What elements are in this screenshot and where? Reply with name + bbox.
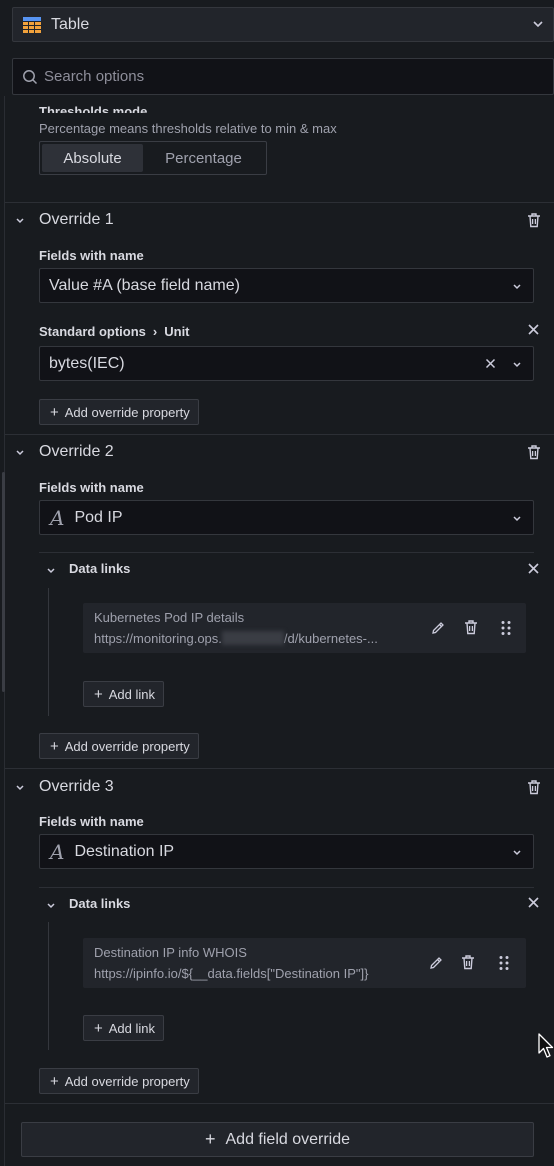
redacted-text — [221, 631, 284, 645]
visualization-picker[interactable]: Table — [12, 7, 554, 42]
chevron-down-icon[interactable] — [45, 899, 57, 911]
thresholds-mode-radio: Absolute Percentage — [39, 141, 267, 175]
radio-absolute[interactable]: Absolute — [42, 144, 143, 172]
add-link-label: Add link — [108, 1020, 156, 1036]
edit-pencil-icon[interactable] — [430, 620, 446, 636]
chevron-down-icon[interactable] — [14, 446, 26, 458]
visualization-name: Table — [51, 15, 90, 33]
clear-icon[interactable] — [484, 357, 497, 370]
field-name-value: Value #A (base field name) — [49, 276, 240, 294]
override-2-title[interactable]: Override 2 — [39, 443, 114, 461]
trash-icon[interactable] — [526, 444, 542, 460]
chevron-down-icon — [511, 358, 523, 370]
chevron-down-icon — [511, 512, 523, 524]
data-link-card[interactable]: Kubernetes Pod IP details https://monito… — [83, 603, 526, 653]
unit-select[interactable]: bytes(IEC) — [39, 346, 534, 381]
field-type-string-icon: A — [50, 839, 65, 864]
unit-value: bytes(IEC) — [49, 354, 125, 372]
data-links-divider — [39, 887, 534, 888]
edit-pencil-icon[interactable] — [428, 955, 444, 971]
chevron-down-icon[interactable] — [45, 564, 57, 576]
trash-icon[interactable] — [460, 954, 476, 970]
data-link-url-end: /d/kubernetes-... — [283, 631, 378, 646]
field-name-value: Destination IP — [74, 842, 175, 860]
data-link-url-start: https://monitoring.ops. — [94, 631, 222, 646]
property-name: Unit — [164, 324, 190, 339]
mouse-cursor-icon — [538, 1033, 554, 1059]
data-links-divider — [39, 552, 534, 553]
plus-icon: + — [94, 1019, 103, 1037]
close-icon[interactable] — [527, 323, 540, 336]
field-name-value: Pod IP — [74, 508, 123, 526]
section-divider — [5, 202, 554, 203]
data-links-guide — [48, 588, 49, 716]
plus-icon: + — [50, 1072, 59, 1090]
trash-icon[interactable] — [463, 619, 479, 635]
override-3-title[interactable]: Override 3 — [39, 778, 114, 796]
data-link-title: Kubernetes Pod IP details — [94, 610, 245, 625]
search-input[interactable] — [44, 68, 524, 85]
trash-icon[interactable] — [526, 779, 542, 795]
breadcrumb-separator: › — [152, 324, 158, 339]
scrollbar-thumb[interactable] — [2, 472, 5, 692]
fields-with-name-label: Fields with name — [39, 248, 144, 263]
add-override-property-button[interactable]: + Add override property — [39, 733, 199, 759]
search-options[interactable] — [12, 58, 554, 95]
data-link-url: https://monitoring.ops. /d/kubernetes-... — [94, 631, 378, 646]
chevron-down-icon — [511, 280, 523, 292]
data-links-label: Data links — [69, 561, 131, 576]
plus-icon: + — [50, 737, 59, 755]
fields-with-name-label: Fields with name — [39, 480, 144, 495]
add-link-button[interactable]: + Add link — [83, 1015, 165, 1041]
thresholds-mode-label: Thresholds mode — [39, 104, 148, 113]
chevron-down-icon — [531, 17, 545, 31]
chevron-down-icon[interactable] — [14, 781, 26, 793]
field-type-string-icon: A — [50, 505, 65, 530]
data-links-label: Data links — [69, 896, 131, 911]
data-links-guide — [48, 922, 49, 1050]
add-override-property-label: Add override property — [64, 404, 190, 420]
thresholds-mode-description: Percentage means thresholds relative to … — [39, 121, 337, 136]
override-1-title[interactable]: Override 1 — [39, 211, 114, 229]
search-icon — [22, 69, 38, 85]
chevron-down-icon — [511, 846, 523, 858]
add-field-override-button[interactable]: + Add field override — [21, 1122, 534, 1157]
plus-icon: + — [204, 1129, 216, 1149]
add-link-button[interactable]: + Add link — [83, 681, 165, 707]
field-name-select[interactable]: Value #A (base field name) — [39, 268, 534, 303]
add-link-label: Add link — [108, 686, 156, 702]
add-override-property-button[interactable]: + Add override property — [39, 1068, 199, 1094]
add-override-property-label: Add override property — [64, 1073, 190, 1089]
drag-handle-icon[interactable] — [500, 620, 512, 636]
section-divider — [5, 768, 554, 769]
table-icon — [23, 16, 41, 33]
add-override-property-button[interactable]: + Add override property — [39, 399, 199, 425]
drag-handle-icon[interactable] — [498, 955, 510, 971]
close-icon[interactable] — [527, 896, 540, 909]
property-path: Standard options › Unit — [39, 324, 190, 339]
field-name-select[interactable]: A Pod IP — [39, 500, 534, 535]
data-link-url: https://ipinfo.io/${__data.fields["Desti… — [94, 966, 369, 981]
section-divider — [5, 434, 554, 435]
plus-icon: + — [94, 685, 103, 703]
add-override-property-label: Add override property — [64, 738, 190, 754]
trash-icon[interactable] — [526, 212, 542, 228]
field-name-select[interactable]: A Destination IP — [39, 834, 534, 869]
section-divider — [5, 1103, 554, 1104]
data-link-card[interactable]: Destination IP info WHOIS https://ipinfo… — [83, 938, 526, 988]
property-category: Standard options — [39, 324, 146, 339]
close-icon[interactable] — [527, 562, 540, 575]
fields-with-name-label: Fields with name — [39, 814, 144, 829]
data-link-title: Destination IP info WHOIS — [94, 945, 247, 960]
plus-icon: + — [50, 403, 59, 421]
radio-percentage[interactable]: Percentage — [143, 144, 264, 172]
add-field-override-label: Add field override — [225, 1130, 351, 1148]
chevron-down-icon[interactable] — [14, 214, 26, 226]
